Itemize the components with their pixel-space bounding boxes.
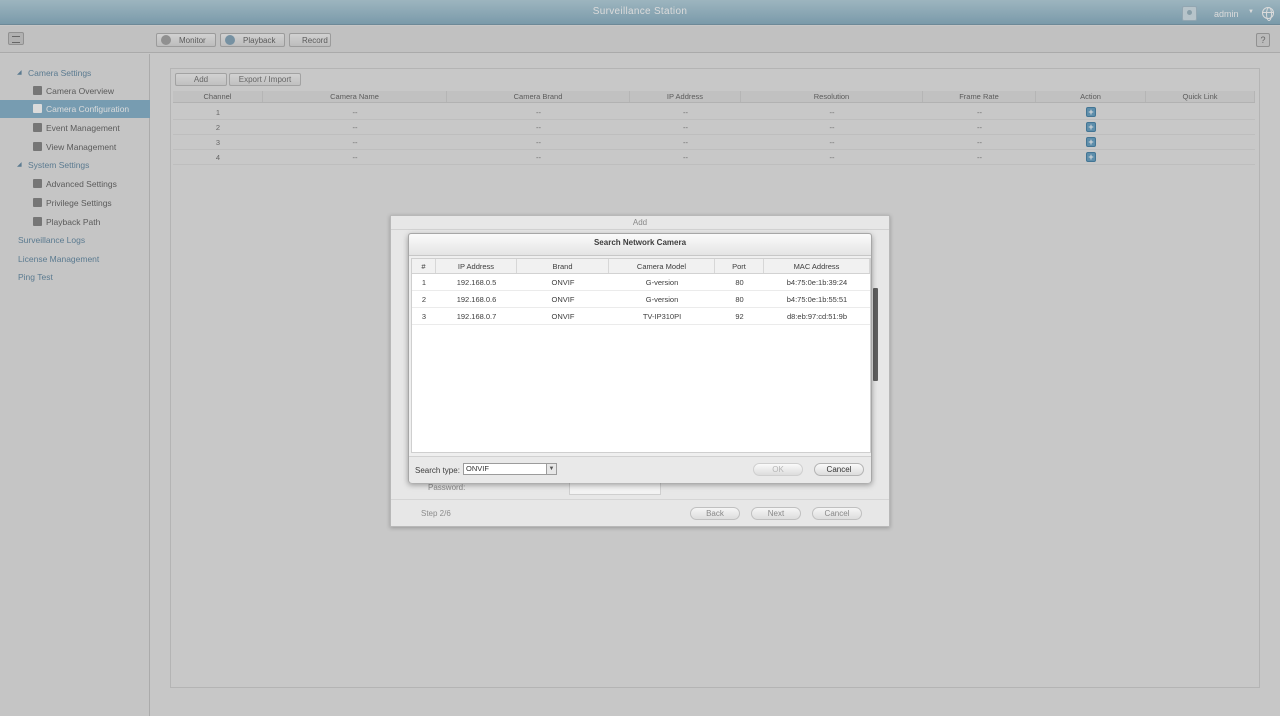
search-dialog-footer: Search type: ONVIF ▼ OK Cancel	[409, 456, 871, 483]
search-network-camera-dialog: Search Network Camera # IP Address Brand…	[408, 233, 872, 483]
scrollbar[interactable]	[873, 288, 878, 381]
cancel-button[interactable]: Cancel	[814, 463, 864, 476]
dialog-title: Add	[391, 216, 889, 230]
cancel-button[interactable]: Cancel	[812, 507, 862, 520]
table-row[interactable]: 2 192.168.0.6 ONVIF G-version 80 b4:75:0…	[412, 291, 870, 308]
step-indicator: Step 2/6	[421, 509, 451, 518]
divider	[391, 499, 889, 500]
search-table-header: # IP Address Brand Camera Model Port MAC…	[412, 259, 870, 274]
table-row[interactable]: 1 192.168.0.5 ONVIF G-version 80 b4:75:0…	[412, 274, 870, 291]
column-header[interactable]: Brand	[517, 259, 609, 273]
column-header[interactable]: #	[412, 259, 436, 273]
search-type-label: Search type:	[415, 466, 460, 475]
password-field[interactable]	[569, 482, 661, 495]
back-button[interactable]: Back	[690, 507, 740, 520]
column-header[interactable]: Camera Model	[609, 259, 715, 273]
next-button[interactable]: Next	[751, 507, 801, 520]
dialog-title: Search Network Camera	[409, 234, 871, 256]
column-header[interactable]: Port	[715, 259, 764, 273]
column-header[interactable]: MAC Address	[764, 259, 870, 273]
ok-button[interactable]: OK	[753, 463, 803, 476]
password-label: Password:	[428, 483, 466, 492]
table-row[interactable]: 3 192.168.0.7 ONVIF TV-IP310PI 92 d8:eb:…	[412, 308, 870, 325]
chevron-down-icon[interactable]: ▼	[546, 464, 556, 474]
column-header[interactable]: IP Address	[436, 259, 517, 273]
search-results-table: # IP Address Brand Camera Model Port MAC…	[411, 258, 871, 453]
search-type-select[interactable]: ONVIF ▼	[463, 463, 557, 475]
